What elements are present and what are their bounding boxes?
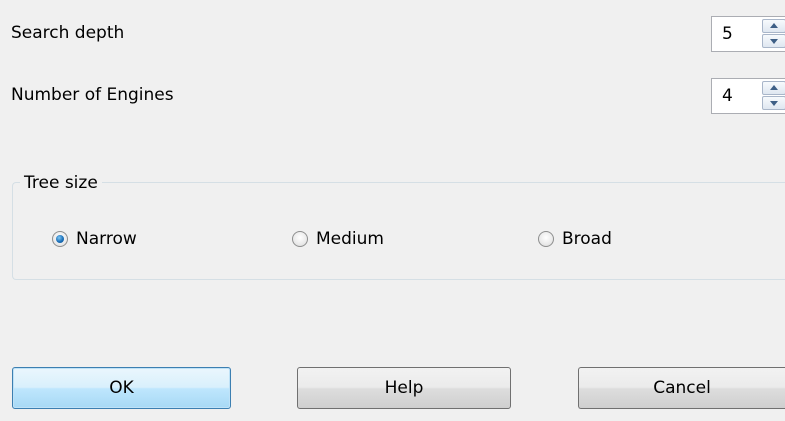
cancel-button[interactable]: Cancel [578, 367, 785, 409]
search-depth-spinner[interactable]: 5 [711, 16, 785, 52]
spin-up-icon [770, 85, 778, 90]
radio-medium[interactable]: Medium [292, 228, 384, 250]
radio-unselected-icon[interactable] [538, 231, 554, 247]
ok-button[interactable]: OK [12, 367, 231, 409]
number-of-engines-spinner[interactable]: 4 [711, 78, 785, 114]
search-depth-increment-button[interactable] [762, 19, 785, 33]
number-of-engines-spin-buttons [762, 81, 785, 111]
number-of-engines-label: Number of Engines [11, 85, 174, 105]
number-of-engines-value[interactable]: 4 [722, 85, 733, 107]
help-button[interactable]: Help [297, 367, 511, 409]
tree-size-group-title: Tree size [20, 172, 102, 194]
search-depth-value[interactable]: 5 [722, 23, 733, 45]
radio-unselected-icon[interactable] [292, 231, 308, 247]
radio-selected-icon[interactable] [52, 231, 68, 247]
spin-down-icon [770, 101, 778, 106]
spin-down-icon [770, 39, 778, 44]
radio-broad[interactable]: Broad [538, 228, 612, 250]
radio-broad-label: Broad [562, 229, 612, 249]
number-of-engines-decrement-button[interactable] [762, 96, 785, 110]
radio-narrow[interactable]: Narrow [52, 228, 137, 250]
search-depth-label: Search depth [11, 23, 125, 43]
radio-narrow-label: Narrow [76, 229, 137, 249]
search-depth-spin-buttons [762, 19, 785, 49]
radio-medium-label: Medium [316, 229, 384, 249]
spin-up-icon [770, 23, 778, 28]
number-of-engines-increment-button[interactable] [762, 81, 785, 95]
engine-settings-dialog: Search depth 5 Number of Engines 4 Tree … [0, 0, 785, 421]
search-depth-decrement-button[interactable] [762, 34, 785, 48]
